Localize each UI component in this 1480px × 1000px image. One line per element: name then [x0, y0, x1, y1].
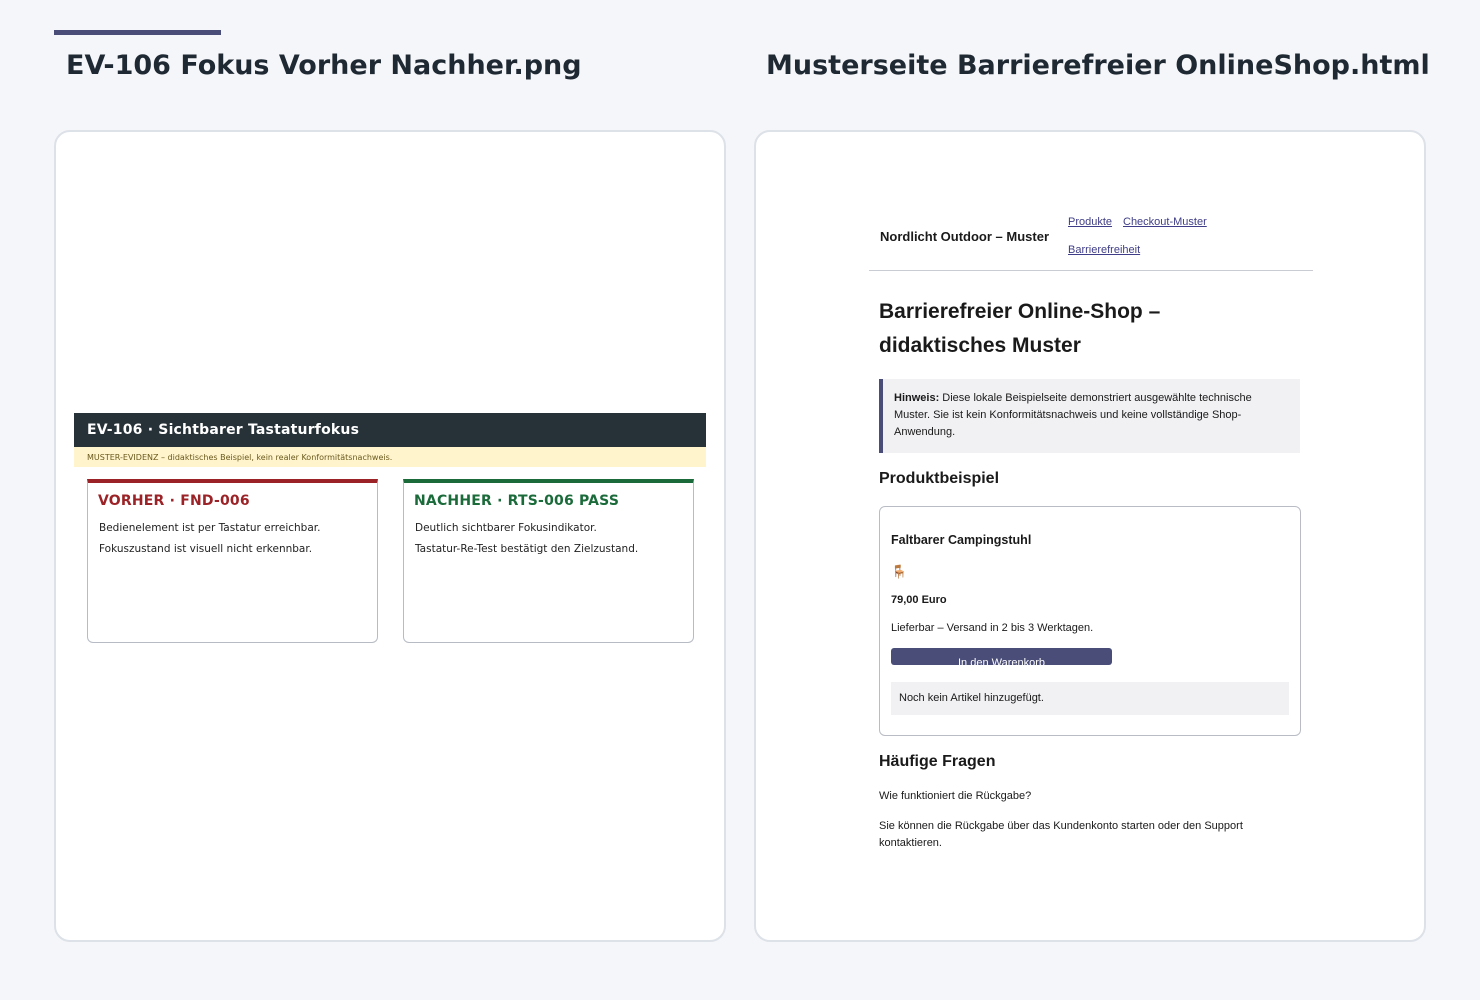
shop-header: Nordlicht Outdoor – Muster Produkte Chec…: [869, 212, 1313, 271]
faq-answer: Sie können die Rückgabe über das Kundenk…: [879, 820, 1243, 849]
after-card: NACHHER · RTS-006 PASS Deutlich sichtbar…: [403, 479, 694, 643]
before-card: VORHER · FND-006 Bedienelement ist per T…: [87, 479, 378, 643]
after-card-title: NACHHER · RTS-006 PASS: [414, 493, 620, 509]
hint-label: Hinweis:: [894, 392, 940, 404]
before-card-title: VORHER · FND-006: [98, 493, 250, 509]
evidence-image: EV-106 · Sichtbarer Tastaturfokus MUSTER…: [74, 413, 706, 645]
accent-bar: [54, 30, 221, 35]
after-line: Deutlich sichtbarer Fokusindikator.: [415, 522, 597, 534]
right-column-title: Musterseite Barrierefreier OnlineShop.ht…: [766, 50, 1430, 81]
shop-page-panel: Nordlicht Outdoor – Muster Produkte Chec…: [754, 130, 1426, 942]
nav-link-checkout-muster[interactable]: Checkout-Muster: [1123, 216, 1207, 228]
hint-box: Hinweis: Diese lokale Beispielseite demo…: [879, 379, 1300, 453]
nav-link-barrierefreiheit[interactable]: Barrierefreiheit: [1068, 244, 1140, 256]
faq-heading: Häufige Fragen: [879, 753, 996, 770]
chair-icon: 🪑: [891, 564, 908, 579]
product-name: Faltbarer Campingstuhl: [891, 533, 1032, 547]
nav-link-produkte[interactable]: Produkte: [1068, 216, 1112, 228]
left-column-title: EV-106 Fokus Vorher Nachher.png: [66, 50, 582, 81]
add-to-cart-button[interactable]: In den Warenkorb: [891, 648, 1112, 665]
cart-status: Noch kein Artikel hinzugefügt.: [891, 682, 1289, 715]
product-price: 79,00 Euro: [891, 594, 947, 606]
evidence-image-panel: EV-106 · Sichtbarer Tastaturfokus MUSTER…: [54, 130, 726, 942]
evidence-disclaimer-banner: MUSTER-EVIDENZ – didaktisches Beispiel, …: [74, 447, 706, 467]
product-section-heading: Produktbeispiel: [879, 470, 1000, 487]
before-line: Bedienelement ist per Tastatur erreichba…: [99, 522, 321, 534]
after-line: Tastatur-Re-Test bestätigt den Zielzusta…: [415, 543, 639, 555]
product-availability: Lieferbar – Versand in 2 bis 3 Werktagen…: [891, 622, 1094, 634]
evidence-comparison: VORHER · FND-006 Bedienelement ist per T…: [87, 479, 694, 643]
shop-page: Nordlicht Outdoor – Muster Produkte Chec…: [756, 132, 1424, 940]
before-line: Fokuszustand ist visuell nicht erkennbar…: [99, 543, 313, 555]
product-card: Faltbarer Campingstuhl 🪑 79,00 Euro Lief…: [879, 506, 1301, 736]
evidence-header: EV-106 · Sichtbarer Tastaturfokus: [74, 413, 706, 447]
shop-brand: Nordlicht Outdoor – Muster: [880, 229, 1049, 244]
hint-text: Diese lokale Beispielseite demonstriert …: [894, 392, 1252, 438]
faq-question[interactable]: Wie funktioniert die Rückgabe?: [879, 790, 1031, 802]
page-title: Barrierefreier Online-Shop – didaktische…: [879, 300, 1161, 357]
